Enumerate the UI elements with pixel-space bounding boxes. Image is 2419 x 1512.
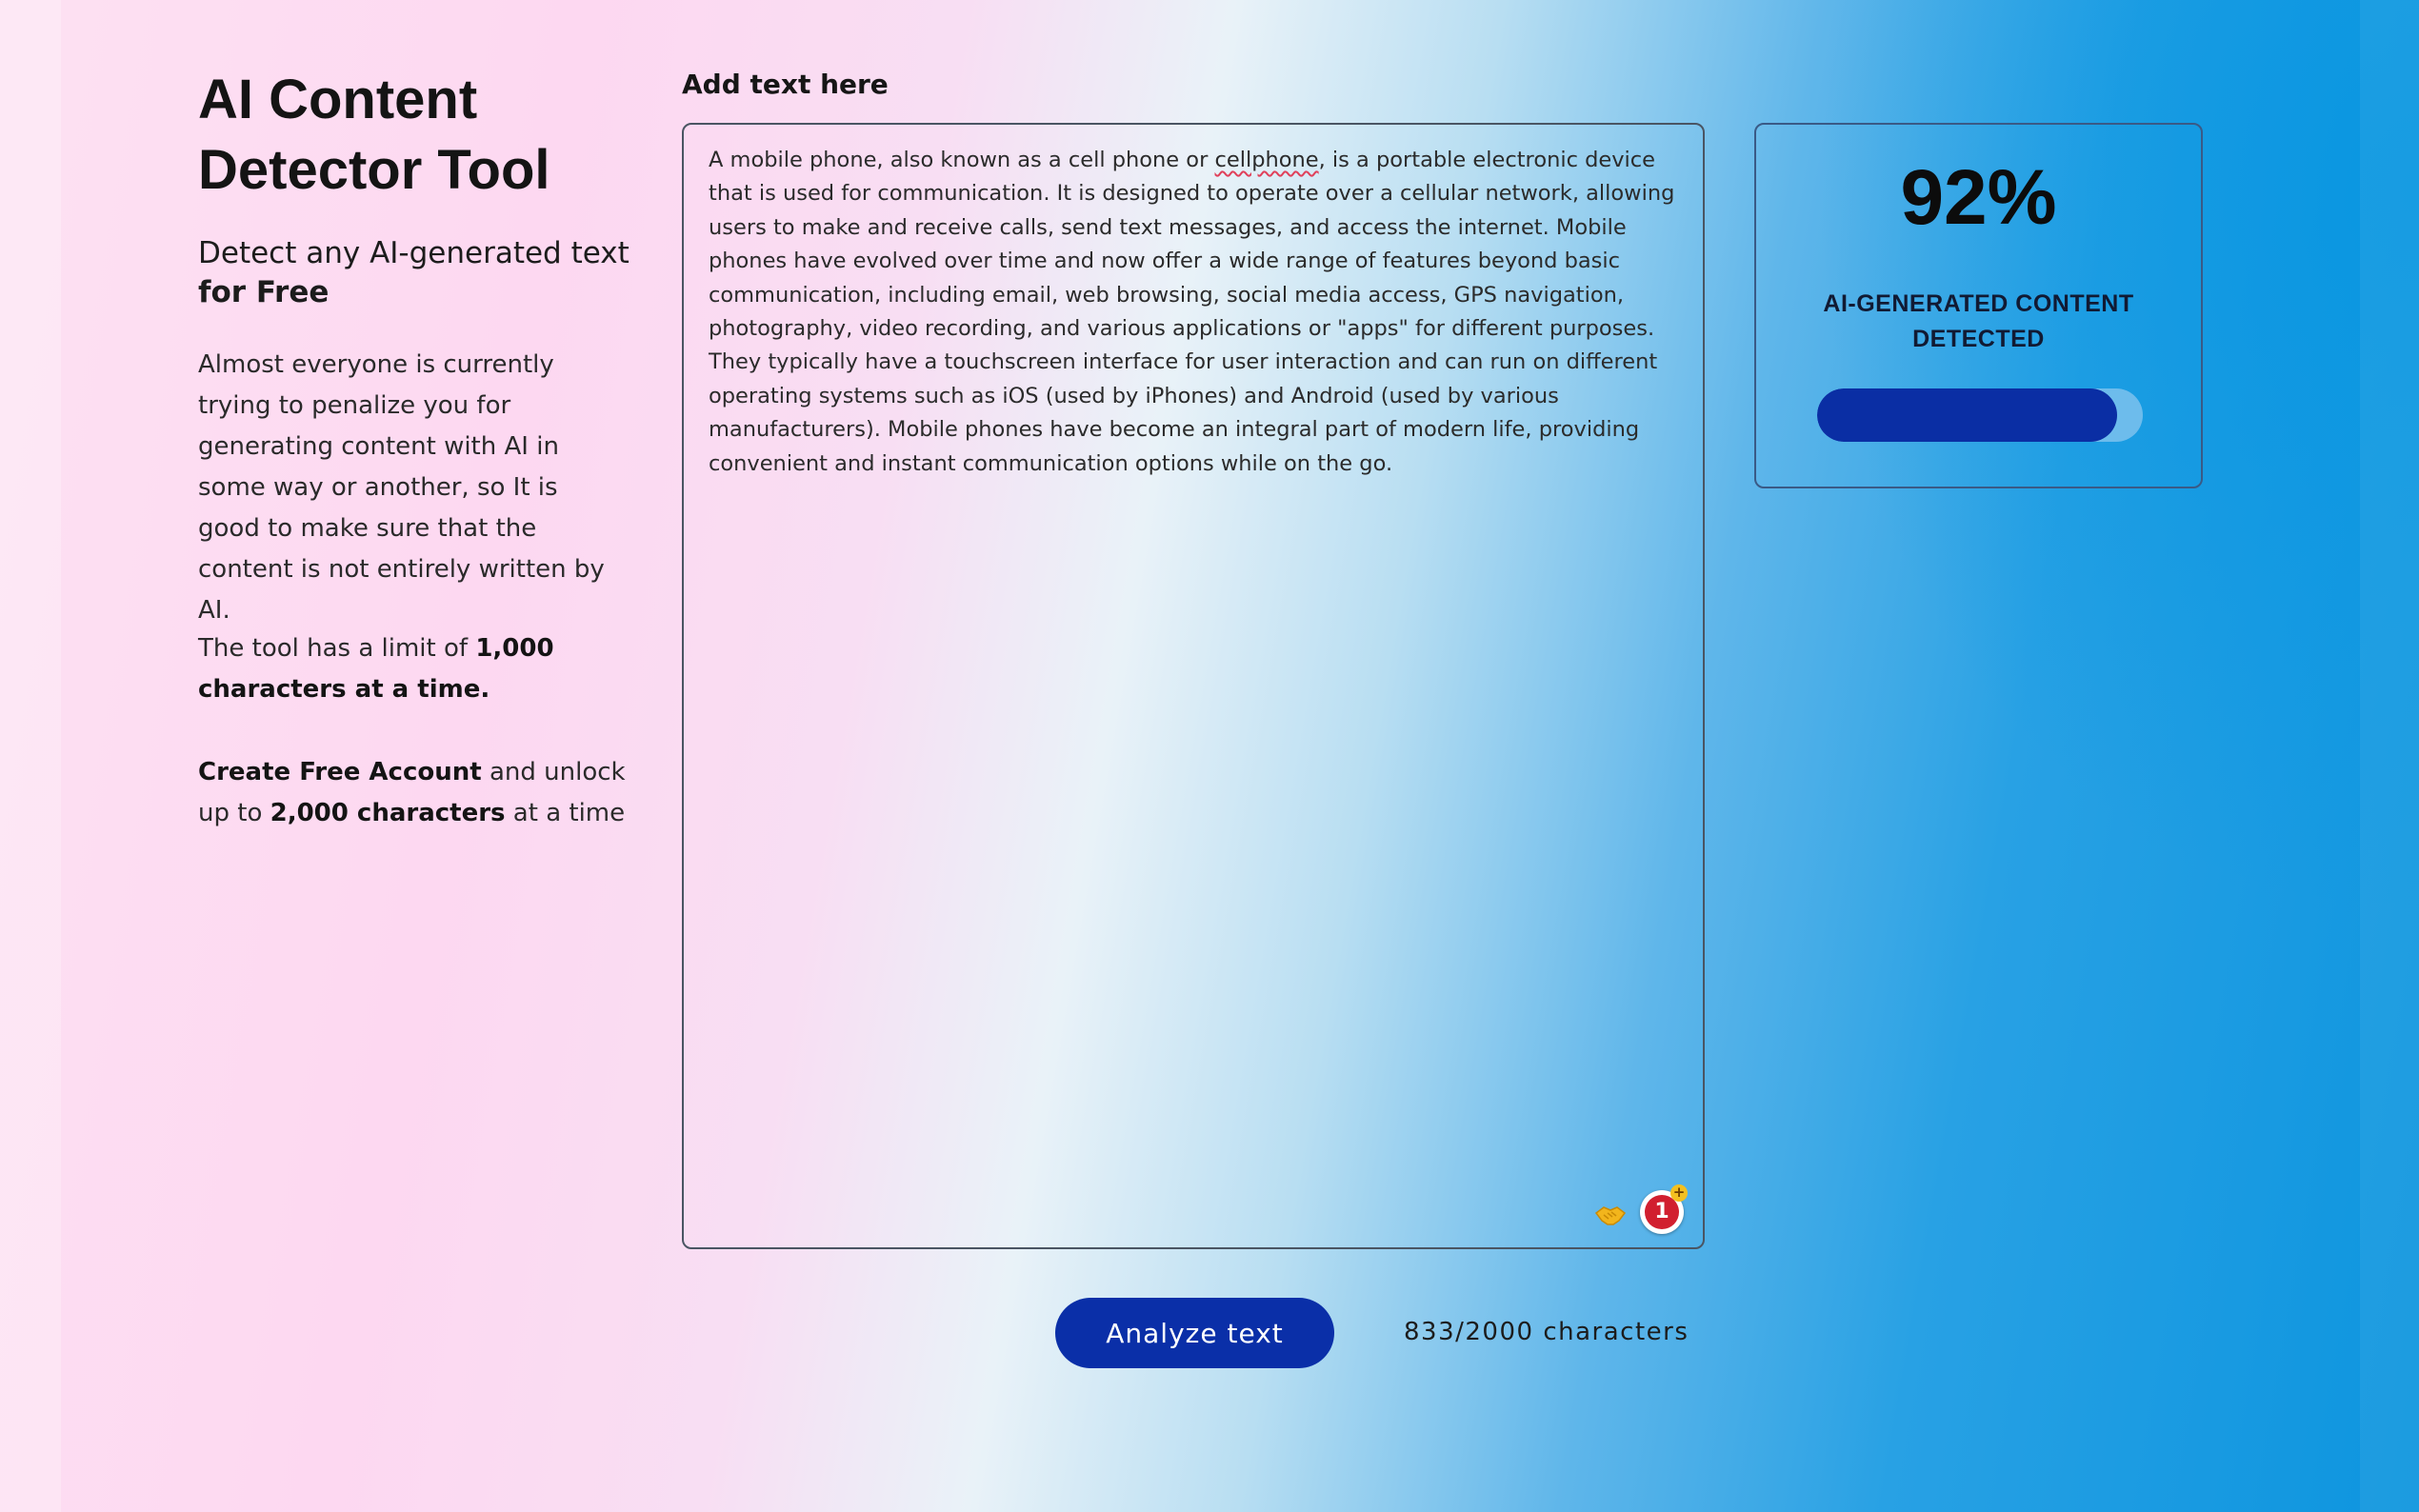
account-char-limit: 2,000 characters: [270, 799, 506, 827]
result-card: 92% AI-GENERATED CONTENT DETECTED: [1754, 123, 2203, 488]
editor-label: Add text here: [682, 69, 889, 100]
grammar-extension-badge[interactable]: 1 +: [1640, 1184, 1688, 1234]
limit-text: The tool has a limit of: [198, 634, 476, 663]
limit-paragraph: The tool has a limit of 1,000 characters…: [198, 628, 627, 710]
editor-text-start: A mobile phone, also known as a cell pho…: [709, 148, 1215, 172]
subtitle-emphasis: for Free: [198, 275, 330, 309]
page-subtitle: Detect any AI-generated text for Free: [198, 234, 636, 312]
account-suffix: at a time: [505, 799, 626, 827]
ai-score-meter-fill: [1817, 388, 2117, 442]
page-title: AI Content Detector Tool: [198, 69, 550, 201]
create-account-link[interactable]: Create Free Account: [198, 758, 482, 786]
page-edge-right: [2360, 0, 2419, 1512]
misspelled-word[interactable]: cellphone: [1214, 148, 1318, 172]
plus-icon: +: [1670, 1184, 1688, 1202]
intro-paragraph: Almost everyone is currently trying to p…: [198, 350, 605, 625]
editor-text-rest: , is a portable electronic device that i…: [709, 148, 1682, 476]
handshake-icon[interactable]: [1594, 1202, 1627, 1228]
ai-score-meter: [1817, 388, 2143, 442]
character-counter: 833/2000 characters: [1404, 1318, 1689, 1346]
account-paragraph: Create Free Account and unlock up to 2,0…: [198, 752, 627, 834]
analyze-button[interactable]: Analyze text: [1055, 1298, 1334, 1368]
page-edge-left: [0, 0, 61, 1512]
result-verdict: AI-GENERATED CONTENT DETECTED: [1823, 290, 2134, 352]
subtitle-text: Detect any AI-generated text: [198, 236, 630, 270]
ai-score: 92%: [1900, 154, 2057, 241]
editor-content[interactable]: A mobile phone, also known as a cell pho…: [709, 144, 1689, 481]
text-input-area[interactable]: A mobile phone, also known as a cell pho…: [682, 123, 1705, 1249]
